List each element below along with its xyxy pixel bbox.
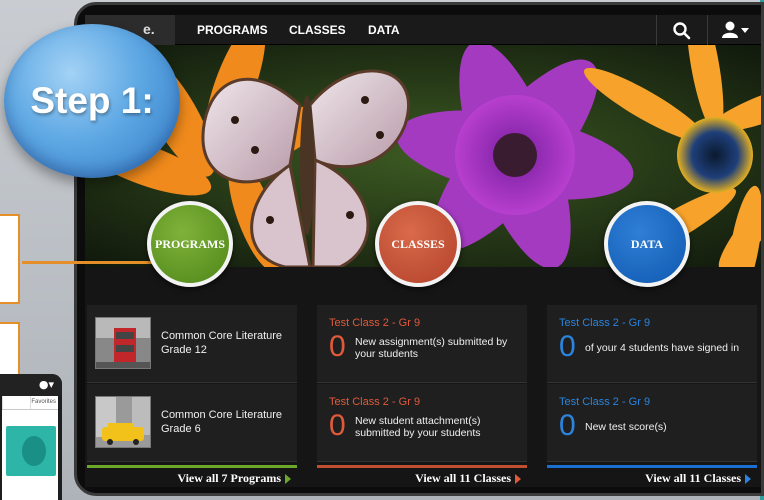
classes-column: Test Class 2 - Gr 9 0 New assignment(s) …: [317, 305, 527, 485]
notification-text: New student attachment(s) submitted by y…: [355, 415, 481, 439]
classes-section-button[interactable]: CLASSES: [375, 201, 461, 287]
dashboard-screen: e. PROGRAMS CLASSES DATA PROGRAMS CLASSE…: [85, 15, 761, 487]
class-notification-card[interactable]: Test Class 2 - Gr 9 0 New assignment(s) …: [317, 305, 527, 383]
phone-tab: [2, 396, 30, 409]
programs-column: Common Core Literature Grade 12 Common C…: [87, 305, 297, 485]
step-indicator-bubble: Step 1:: [4, 24, 180, 178]
notification-count: 0: [329, 409, 346, 442]
logo-text: e.: [143, 21, 155, 37]
data-text: of your 4 students have signed in: [585, 342, 740, 354]
data-count: 0: [559, 409, 576, 442]
search-icon[interactable]: [672, 21, 692, 41]
view-all-label: View all 11 Classes: [645, 471, 741, 485]
programs-section-button[interactable]: PROGRAMS: [147, 201, 233, 287]
callout-box: [0, 214, 20, 304]
phone-screen: Favorites: [2, 396, 58, 500]
arrow-right-icon: [285, 473, 291, 484]
program-card[interactable]: Common Core Literature Grade 12: [87, 305, 297, 383]
classes-accent-bar: [317, 465, 527, 468]
class-name: Test Class 2 - Gr 9: [559, 317, 651, 329]
nav-programs[interactable]: PROGRAMS: [197, 23, 268, 37]
tablet-device: e. PROGRAMS CLASSES DATA PROGRAMS CLASSE…: [74, 2, 764, 496]
data-count: 0: [559, 330, 576, 363]
callout-connector: [22, 261, 162, 264]
data-notification-card[interactable]: Test Class 2 - Gr 9 0 of your 4 students…: [547, 305, 757, 383]
class-notification-card[interactable]: Test Class 2 - Gr 9 0 New student attach…: [317, 384, 527, 462]
phone-tabs: Favorites: [2, 396, 58, 410]
view-all-label: View all 11 Classes: [415, 471, 511, 485]
nav-divider: [656, 15, 657, 45]
view-all-data-link[interactable]: View all 11 Classes: [645, 471, 751, 486]
view-all-programs-link[interactable]: View all 7 Programs: [177, 471, 291, 486]
data-accent-bar: [547, 465, 757, 468]
nav-divider: [707, 15, 708, 45]
data-text: New test score(s): [585, 421, 667, 433]
class-name: Test Class 2 - Gr 9: [329, 317, 421, 329]
top-navbar: e. PROGRAMS CLASSES DATA: [85, 15, 761, 45]
notification-count: 0: [329, 330, 346, 363]
class-name: Test Class 2 - Gr 9: [329, 396, 421, 408]
phone-tab-favorites: Favorites: [30, 396, 58, 409]
programs-accent-bar: [87, 465, 297, 468]
arrow-right-icon: [745, 473, 751, 484]
program-thumbnail: [95, 396, 151, 448]
program-thumbnail: [95, 317, 151, 369]
user-icon[interactable]: [721, 20, 751, 40]
program-title: Common Core Literature Grade 12: [161, 330, 283, 356]
program-card[interactable]: Common Core Literature Grade 6: [87, 384, 297, 462]
phone-tile-graphic: [22, 436, 46, 466]
nav-data[interactable]: DATA: [368, 23, 400, 37]
nav-classes[interactable]: CLASSES: [289, 23, 346, 37]
view-all-label: View all 7 Programs: [177, 471, 281, 485]
notification-text: New assignment(s) submitted by your stud…: [355, 336, 508, 360]
phone-preview: ●▾ Favorites: [0, 374, 62, 500]
program-title: Common Core Literature Grade 6: [161, 409, 283, 435]
phone-tile: [6, 426, 56, 476]
data-section-button[interactable]: DATA: [604, 201, 690, 287]
step-label: Step 1:: [30, 80, 154, 121]
arrow-right-icon: [515, 473, 521, 484]
class-name: Test Class 2 - Gr 9: [559, 396, 651, 408]
user-icon: ●▾: [38, 378, 54, 391]
data-column: Test Class 2 - Gr 9 0 of your 4 students…: [547, 305, 757, 485]
phone-header: ●▾: [0, 374, 62, 396]
data-notification-card[interactable]: Test Class 2 - Gr 9 0 New test score(s): [547, 384, 757, 462]
taxi-image: [96, 397, 150, 447]
bus-image: [96, 318, 150, 368]
view-all-classes-link[interactable]: View all 11 Classes: [415, 471, 521, 486]
